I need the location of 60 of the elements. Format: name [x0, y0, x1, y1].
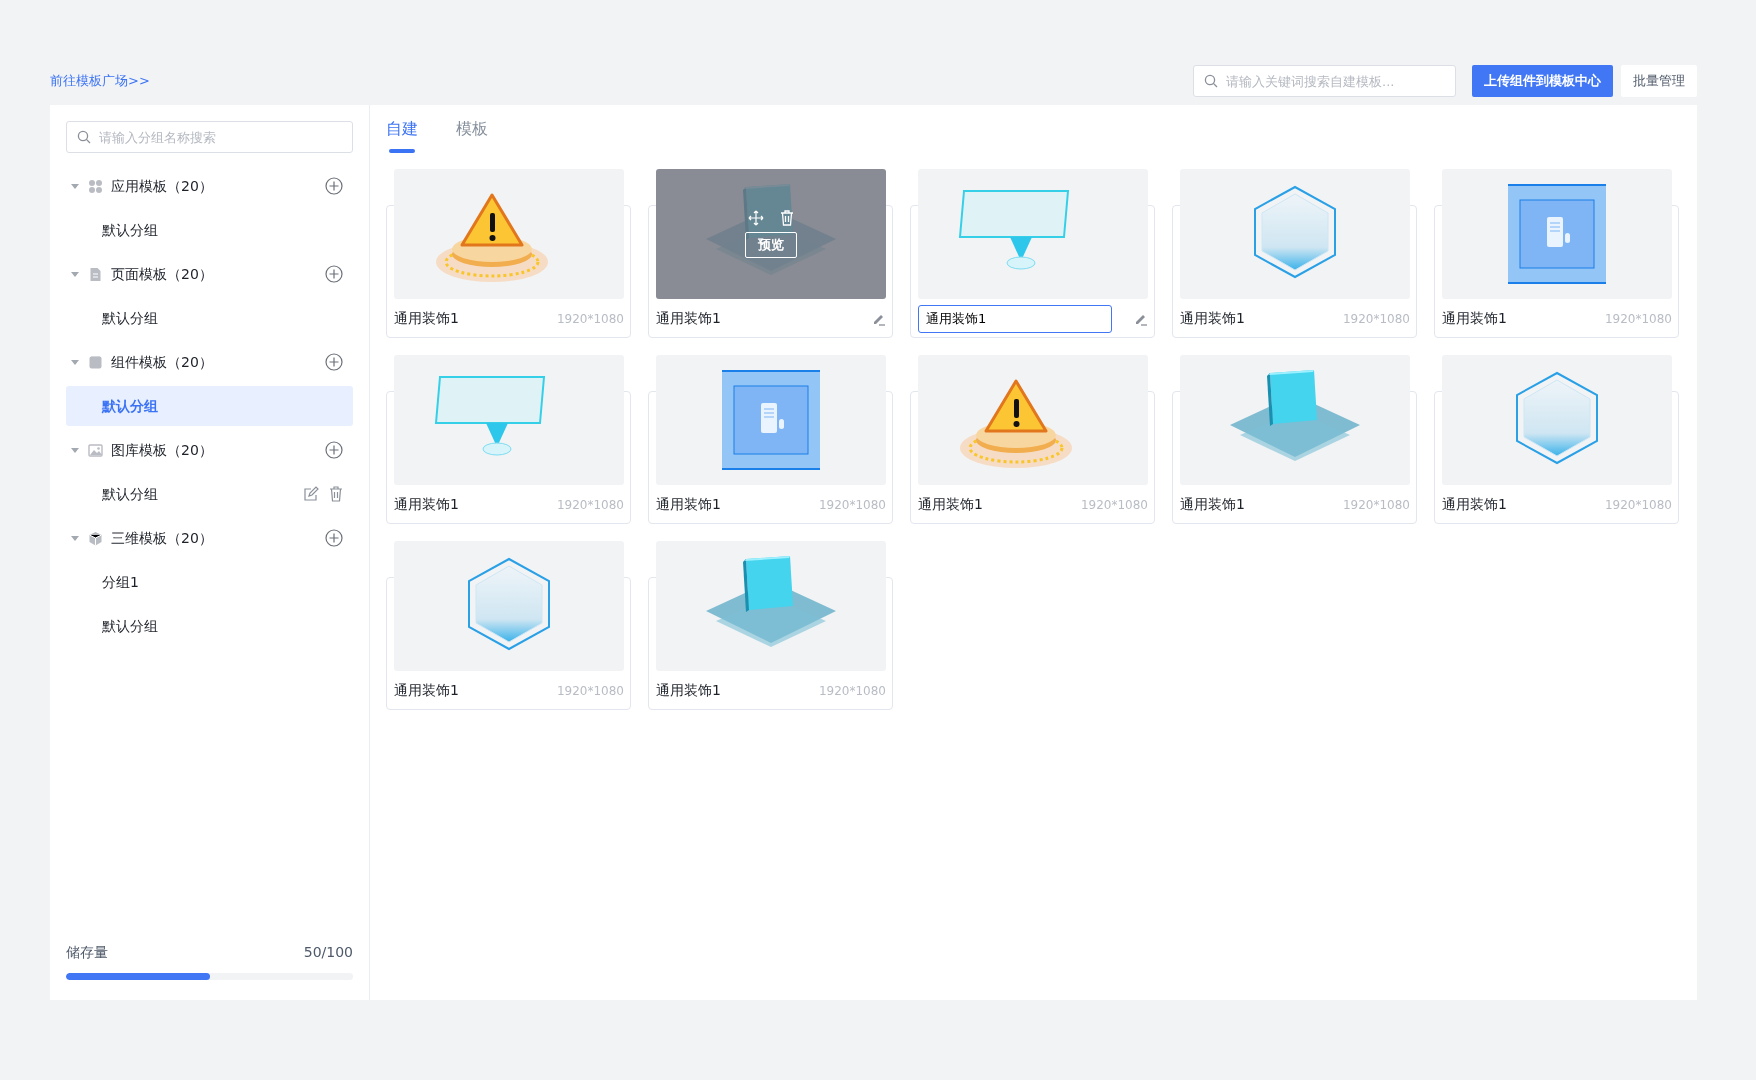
group-search-field[interactable]: 请输入分组名称搜索: [66, 121, 353, 153]
group-item[interactable]: 默认分组: [66, 298, 353, 338]
card-title: 通用装饰1: [1442, 495, 1507, 514]
group-item[interactable]: 默认分组: [66, 474, 353, 514]
card-title: 通用装饰1: [656, 495, 721, 514]
caret-down-icon[interactable]: [70, 445, 80, 455]
add-icon[interactable]: [325, 441, 343, 459]
caret-down-icon[interactable]: [70, 357, 80, 367]
caret-down-icon[interactable]: [70, 533, 80, 543]
card-title: 通用装饰1: [1180, 309, 1245, 328]
size-label: 1920*1080: [1604, 310, 1672, 328]
size-label: 1920*1080: [1342, 310, 1410, 328]
caret-down-icon[interactable]: [70, 269, 80, 279]
group-label[interactable]: 图库模板（20）: [111, 439, 317, 461]
template-market-link[interactable]: 前往模板广场>>: [50, 71, 150, 91]
batch-manage-button[interactable]: 批量管理: [1621, 65, 1697, 97]
card-title: 通用装饰1: [394, 495, 459, 514]
add-icon[interactable]: [325, 265, 343, 283]
caret-down-icon[interactable]: [70, 181, 80, 191]
group-item[interactable]: 分组1: [66, 562, 353, 602]
template-search-field[interactable]: 请输入关键词搜索自建模板...: [1193, 65, 1456, 97]
card-title: 通用装饰1: [1442, 309, 1507, 328]
move-icon[interactable]: [748, 210, 764, 227]
group-label[interactable]: 页面模板（20）: [111, 263, 317, 285]
grid-dots-icon: [88, 178, 103, 194]
document-icon: [88, 266, 103, 282]
group-item[interactable]: 默认分组: [66, 386, 353, 426]
preview-button[interactable]: 预览: [745, 232, 797, 258]
square-icon: [88, 354, 103, 370]
name-input-field[interactable]: 通用装饰1: [918, 304, 1112, 333]
size-label: 1920*1080: [1604, 496, 1672, 514]
size-label: 1920*1080: [556, 310, 624, 328]
upload-button[interactable]: 上传组件到模板中心: [1472, 65, 1613, 97]
group-item[interactable]: 默认分组: [66, 606, 353, 646]
delete-icon[interactable]: [329, 486, 343, 502]
add-icon[interactable]: [325, 353, 343, 371]
group-label[interactable]: 组件模板（20）: [111, 351, 317, 373]
tab[interactable]: 自建: [386, 117, 418, 153]
size-label: 1920*1080: [556, 682, 624, 700]
card-title: 通用装饰1: [656, 309, 721, 328]
image-icon: [88, 442, 103, 458]
cube-icon: [88, 530, 103, 546]
size-label: 1920*1080: [818, 682, 886, 700]
group-label[interactable]: 应用模板（20）: [111, 175, 317, 197]
card-title: 通用装饰1: [656, 681, 721, 700]
size-label: 1920*1080: [1080, 496, 1148, 514]
storage-label: 储存量: [66, 943, 108, 962]
group-item[interactable]: 默认分组: [66, 210, 353, 250]
storage-reading: 50/100: [303, 943, 353, 962]
add-icon[interactable]: [325, 529, 343, 547]
card-title: 通用装饰1: [394, 681, 459, 700]
group-label[interactable]: 三维模板（20）: [111, 527, 317, 549]
add-icon[interactable]: [325, 177, 343, 195]
edit-icon[interactable]: [303, 486, 319, 502]
size-label: 1920*1080: [1342, 496, 1410, 514]
size-label: 1920*1080: [818, 496, 886, 514]
size-label: 1920*1080: [556, 496, 624, 514]
card-title: 通用装饰1: [918, 495, 983, 514]
card-title: 通用装饰1: [394, 309, 459, 328]
card-title: 通用装饰1: [1180, 495, 1245, 514]
